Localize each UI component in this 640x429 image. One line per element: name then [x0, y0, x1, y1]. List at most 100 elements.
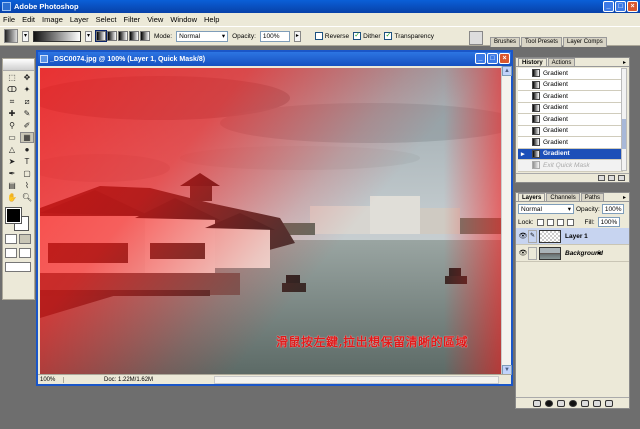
reflected-gradient-icon[interactable] [129, 31, 139, 41]
add-mask-icon[interactable] [556, 399, 565, 407]
gradient-picker[interactable] [33, 30, 81, 42]
link-slot-icon[interactable] [528, 246, 537, 260]
radial-gradient-icon[interactable] [107, 31, 117, 41]
menu-view[interactable]: View [147, 15, 163, 24]
transparency-check-box[interactable]: ✓ [384, 32, 393, 40]
angle-gradient-icon[interactable] [118, 31, 128, 41]
menu-edit[interactable]: Edit [22, 15, 35, 24]
crop-tool-icon[interactable]: ⌗ [5, 96, 19, 107]
full-screen-menu-icon[interactable] [19, 248, 31, 258]
history-item[interactable]: Gradient [518, 102, 623, 114]
lasso-tool-icon[interactable]: ↀ [5, 84, 19, 95]
history-scrollbar[interactable] [621, 68, 627, 171]
history-item-current[interactable]: ▸ Gradient [518, 148, 623, 160]
menu-select[interactable]: Select [96, 15, 117, 24]
delete-state-icon[interactable] [618, 175, 625, 181]
quick-mask-mode-icon[interactable] [19, 234, 31, 244]
tab-paths[interactable]: Paths [580, 193, 605, 201]
lock-pixels-icon[interactable] [546, 218, 554, 226]
tab-layers[interactable]: Layers [518, 193, 546, 201]
history-item[interactable]: Gradient [518, 125, 623, 137]
new-group-icon[interactable] [580, 399, 589, 407]
zoom-level[interactable]: 100% [38, 376, 64, 383]
marquee-tool-icon[interactable]: ⬚ [5, 72, 19, 83]
tab-history[interactable]: History [518, 58, 547, 66]
new-document-from-state-icon[interactable] [598, 175, 605, 181]
tab-layer-comps[interactable]: Layer Comps [563, 37, 607, 47]
tab-actions[interactable]: Actions [547, 58, 576, 66]
dither-checkbox[interactable]: ✓ Dither [353, 32, 380, 40]
new-snapshot-icon[interactable] [608, 175, 615, 181]
new-layer-icon[interactable] [592, 399, 601, 407]
diamond-gradient-icon[interactable] [140, 31, 150, 41]
gradient-picker-dropdown[interactable]: ▾ [85, 30, 92, 42]
clone-stamp-tool-icon[interactable]: ⚲ [5, 120, 19, 131]
image-canvas[interactable]: 滑鼠按左鍵,拉出想保留清晰的區域 [40, 68, 502, 375]
mode-select[interactable]: Normal ▾ [176, 30, 229, 42]
document-titlebar[interactable]: _DSC0074.jpg @ 100% (Layer 1, Quick Mask… [38, 52, 511, 66]
history-item[interactable]: Gradient [518, 91, 623, 103]
history-item[interactable]: Gradient [518, 137, 623, 149]
maximize-button[interactable]: □ [615, 1, 626, 12]
jump-to-imageready-icon[interactable] [5, 262, 31, 272]
delete-layer-icon[interactable] [604, 399, 613, 407]
paintbrush-icon[interactable]: ✎ [528, 229, 537, 243]
vertical-scrollbar[interactable]: ▲ ▼ [501, 66, 512, 375]
menu-window[interactable]: Window [170, 15, 197, 24]
foreground-color-swatch[interactable] [5, 207, 22, 224]
lock-all-icon[interactable] [566, 218, 574, 226]
tab-tool-presets[interactable]: Tool Presets [521, 37, 563, 47]
lock-transparency-icon[interactable] [536, 218, 544, 226]
notes-tool-icon[interactable]: ▤ [5, 180, 19, 191]
layer-row[interactable]: 👁︎ ✎ Layer 1 [516, 228, 629, 245]
close-button[interactable]: × [627, 1, 638, 12]
menu-filter[interactable]: Filter [124, 15, 141, 24]
move-tool-icon[interactable]: ✥ [20, 72, 34, 83]
visibility-eye-icon[interactable]: 👁︎ [518, 249, 528, 257]
shape-tool-icon[interactable]: ▢ [20, 168, 34, 179]
history-item[interactable]: Gradient [518, 68, 623, 80]
slice-tool-icon[interactable]: ⧄ [20, 96, 34, 107]
doc-maximize-button[interactable]: □ [487, 53, 498, 64]
opacity-field[interactable]: 100% [259, 30, 290, 42]
menu-layer[interactable]: Layer [70, 15, 89, 24]
document-size-info[interactable]: Doc: 1.22M/1.62M [64, 377, 214, 383]
standard-screen-icon[interactable] [5, 248, 17, 258]
menu-help[interactable]: Help [204, 15, 219, 24]
menu-image[interactable]: Image [42, 15, 63, 24]
doc-minimize-button[interactable]: _ [475, 53, 486, 64]
history-item[interactable]: Gradient [518, 114, 623, 126]
link-layers-icon[interactable] [532, 399, 541, 407]
transparency-checkbox[interactable]: ✓ Transparency [384, 32, 434, 40]
history-item[interactable]: Gradient [518, 79, 623, 91]
history-brush-tool-icon[interactable]: ✐ [20, 120, 34, 131]
hand-tool-icon[interactable]: ✋ [5, 192, 19, 203]
tool-preset-dropdown[interactable]: ▾ [22, 30, 29, 42]
standard-mode-icon[interactable] [5, 234, 17, 244]
pen-tool-icon[interactable]: ✒ [5, 168, 19, 179]
dither-check-box[interactable]: ✓ [353, 32, 362, 40]
brush-tool-icon[interactable]: ✎ [20, 108, 34, 119]
palette-menu-icon[interactable]: ▸ [623, 194, 626, 201]
history-item-undone[interactable]: Exit Quick Mask [518, 160, 623, 172]
opacity-dropdown[interactable]: ▸ [293, 30, 301, 42]
layer-opacity-field[interactable]: 100% [601, 204, 624, 214]
lock-position-icon[interactable] [556, 218, 564, 226]
adjustment-layer-icon[interactable] [568, 399, 577, 407]
eyedropper-tool-icon[interactable]: ⌇ [20, 180, 34, 191]
adobe-feather-logo[interactable] [3, 59, 34, 71]
doc-close-button[interactable]: × [499, 53, 510, 64]
file-browser-icon[interactable] [469, 31, 483, 45]
reverse-checkbox[interactable]: Reverse [314, 32, 349, 40]
palette-menu-icon[interactable]: ▸ [623, 59, 626, 66]
tab-channels[interactable]: Channels [546, 193, 580, 201]
minimize-button[interactable]: _ [603, 1, 614, 12]
reverse-check-box[interactable] [314, 32, 323, 40]
tab-brushes[interactable]: Brushes [490, 37, 521, 47]
horizontal-scrollbar[interactable] [214, 375, 499, 384]
scroll-up-icon[interactable]: ▲ [502, 66, 512, 76]
history-state-pointer-icon[interactable]: ▸ [521, 150, 525, 158]
zoom-tool-icon[interactable]: 🔍︎ [20, 192, 34, 203]
magic-wand-tool-icon[interactable]: ✦ [20, 84, 34, 95]
blend-mode-select[interactable]: Normal ▾ [518, 204, 574, 214]
